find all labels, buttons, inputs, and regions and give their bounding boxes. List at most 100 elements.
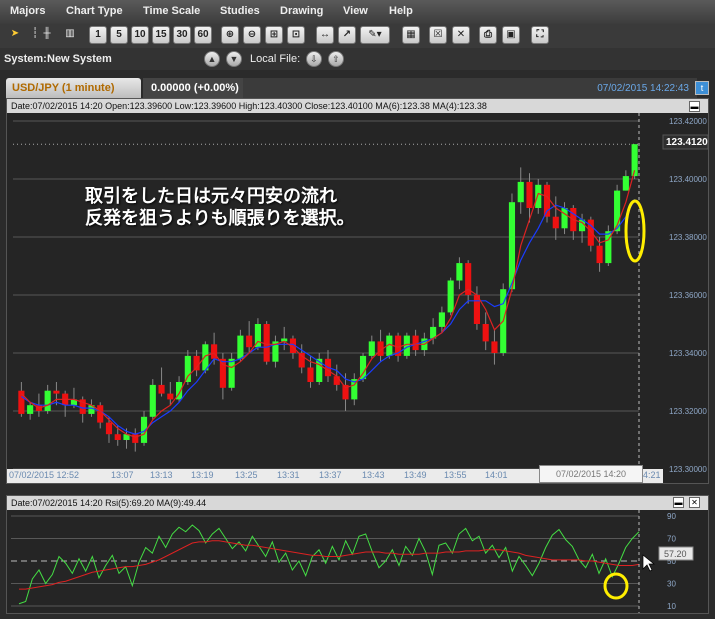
x-tick-label: 13:43 <box>362 470 385 480</box>
x-tick-label: 13:19 <box>191 470 214 480</box>
crosshair-time-label: 07/02/2015 14:20 <box>539 465 643 483</box>
last-price-label: 123.41200 <box>666 137 708 148</box>
x-tick-label: 13:37 <box>319 470 342 480</box>
system-bar: System: New System ▲ ▼ Local File: ⇩ ⇧ <box>0 48 715 70</box>
fullscreen-icon[interactable]: ⛶ <box>531 26 549 44</box>
rsi-chart[interactable]: 103050709057.20 <box>7 510 708 613</box>
system-label: System: <box>4 53 47 65</box>
price-panel: Date:07/02/2015 14:20 Open:123.39600 Low… <box>6 98 709 484</box>
window-icon[interactable]: ▣ <box>502 26 520 44</box>
candle-body <box>552 216 559 229</box>
price-y-tick-label: 123.32000 <box>669 407 707 416</box>
price-y-tick-label: 123.30000 <box>669 465 707 474</box>
candle-body <box>132 434 139 443</box>
menu-chart-type[interactable]: Chart Type <box>66 5 123 17</box>
x-tick-label: 13:25 <box>235 470 258 480</box>
candle-body <box>517 181 524 203</box>
candle-body <box>438 312 445 327</box>
candle <box>605 225 612 266</box>
current-datetime: 07/02/2015 14:22:43 <box>597 83 689 94</box>
rsi-y-tick-label: 90 <box>667 512 676 521</box>
zoom-in-icon[interactable]: ⊕ <box>221 26 239 44</box>
candlestick-icon[interactable]: ▥ <box>61 26 79 44</box>
upload-icon[interactable]: ⇧ <box>328 51 344 67</box>
menu-view[interactable]: View <box>343 5 368 17</box>
candle-body <box>44 390 51 411</box>
candle-body <box>158 384 165 394</box>
grid-icon[interactable]: ▦ <box>402 26 420 44</box>
interval-60-button[interactable]: 60 <box>194 26 212 44</box>
interval-30-button[interactable]: 30 <box>173 26 191 44</box>
zoom-out-icon[interactable]: ⊖ <box>243 26 261 44</box>
price-y-tick-label: 123.40000 <box>669 175 707 184</box>
menu-studies[interactable]: Studies <box>220 5 260 17</box>
price-info-bar: Date:07/02/2015 14:20 Open:123.39600 Low… <box>7 99 708 113</box>
rsi-close-icon[interactable]: ✕ <box>689 497 700 508</box>
menu-drawing[interactable]: Drawing <box>280 5 323 17</box>
candle-body <box>456 263 463 281</box>
candle-body <box>114 434 121 440</box>
menu-time-scale[interactable]: Time Scale <box>143 5 200 17</box>
annotation-line-1: 取引をした日は元々円安の流れ <box>85 186 337 206</box>
rsi-value-label: 57.20 <box>664 549 687 559</box>
candle-body <box>412 335 419 351</box>
x-tick-label: 13:07 <box>111 470 134 480</box>
price-y-tick-label: 123.38000 <box>669 233 707 242</box>
horizontal-line-icon[interactable]: ↔ <box>316 26 334 44</box>
candle-body <box>202 344 209 371</box>
candle-body <box>263 324 270 362</box>
menu-majors[interactable]: Majors <box>10 5 45 17</box>
candle <box>614 184 621 235</box>
candle-body <box>622 176 629 191</box>
candle <box>149 379 156 420</box>
rsi-minimize-icon[interactable]: ▬ <box>673 497 684 508</box>
price-chart[interactable]: 123.30000 123.32000 123.34000 123.36000 123.… <box>7 113 708 483</box>
delete-drawing-icon[interactable]: ☒ <box>429 26 447 44</box>
trend-line-icon[interactable]: ↗ <box>338 26 356 44</box>
interval-5-button[interactable]: 5 <box>110 26 128 44</box>
rsi-y-tick-label: 10 <box>667 602 676 611</box>
candle-body <box>526 181 533 208</box>
interval-1-button[interactable]: 1 <box>89 26 107 44</box>
candle-body <box>307 367 314 382</box>
candle-body <box>596 245 603 264</box>
pointer-icon[interactable]: ➤ <box>6 26 24 44</box>
candle-body <box>535 184 542 208</box>
menu-help[interactable]: Help <box>389 5 413 17</box>
system-down-icon[interactable]: ▼ <box>226 51 242 67</box>
x-tick-label: 13:13 <box>150 470 173 480</box>
toolbar: ➤ ┆ ╫ ▥ 1 5 10 15 30 60 ⊕ ⊖ ⊞ ⊡ ↔ ↗ ✎▾ ▦… <box>0 24 715 48</box>
interval-10-button[interactable]: 10 <box>131 26 149 44</box>
candle-body <box>149 384 156 417</box>
zoom-reset-icon[interactable]: ⊡ <box>287 26 305 44</box>
x-tick-label: 13:31 <box>277 470 300 480</box>
price-plot-bg <box>7 113 708 483</box>
rsi-y-tick-label: 70 <box>667 535 676 544</box>
download-icon[interactable]: ⇩ <box>306 51 322 67</box>
candle-body <box>447 280 454 313</box>
candle-body <box>167 393 174 400</box>
price-y-tick-label: 123.36000 <box>669 291 707 300</box>
candle <box>403 332 410 359</box>
zoom-area-icon[interactable]: ⊞ <box>265 26 283 44</box>
candle-body <box>237 335 244 359</box>
system-up-icon[interactable]: ▲ <box>204 51 220 67</box>
interval-15-button[interactable]: 15 <box>152 26 170 44</box>
chart-tab-row: USD/JPY (1 minute) 0.00000 (+0.00%) 07/0… <box>0 78 715 98</box>
local-file-label: Local File: <box>250 53 301 65</box>
candle <box>631 144 638 179</box>
pencil-dropdown-icon[interactable]: ✎▾ <box>360 26 390 44</box>
x-last-partial-label: 4:21 <box>643 470 661 480</box>
candle-body <box>246 335 253 348</box>
price-change: 0.00000 (+0.00%) <box>143 78 243 98</box>
close-all-icon[interactable]: ✕ <box>452 26 470 44</box>
print-icon[interactable]: ⎙ <box>479 26 497 44</box>
candle-body <box>53 390 60 394</box>
symbol-tab[interactable]: USD/JPY (1 minute) <box>6 78 141 98</box>
price-panel-minimize-icon[interactable]: ▬ <box>689 101 700 112</box>
twitter-icon[interactable]: t <box>695 81 709 95</box>
candle-body <box>333 376 340 385</box>
price-y-tick-label: 123.42000 <box>669 117 707 126</box>
candle-body <box>228 358 235 388</box>
ohlc-bar-icon[interactable]: ╫ <box>38 26 56 44</box>
